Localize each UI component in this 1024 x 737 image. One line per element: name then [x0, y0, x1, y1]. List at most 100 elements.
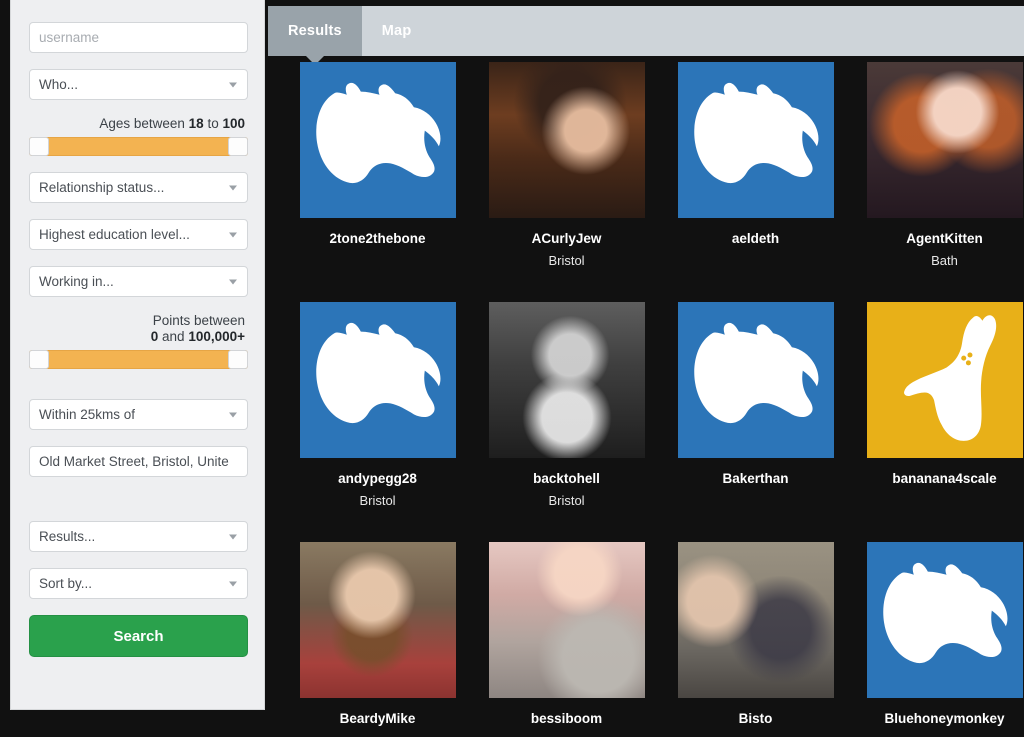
- distance-select[interactable]: Within 25kms of: [29, 399, 248, 430]
- location-input[interactable]: Old Market Street, Bristol, Unite: [29, 446, 248, 477]
- result-card[interactable]: bessiboom: [472, 542, 661, 737]
- avatar[interactable]: [866, 62, 1023, 218]
- ages-slider-handle-max[interactable]: [228, 137, 248, 156]
- avatar-photo: [488, 542, 645, 698]
- result-card[interactable]: backtohell Bristol: [472, 302, 661, 542]
- ages-min-value: 18: [188, 116, 204, 131]
- points-label-mid: and: [162, 329, 185, 344]
- relationship-status-select[interactable]: Relationship status...: [29, 172, 248, 203]
- result-card[interactable]: aeldeth: [661, 62, 850, 302]
- results-count-select[interactable]: Results...: [29, 521, 248, 552]
- avatar[interactable]: [299, 542, 456, 698]
- rhino-placeholder-icon[interactable]: [866, 542, 1023, 698]
- username-input[interactable]: username: [29, 22, 248, 53]
- points-min-value: 0: [150, 329, 159, 344]
- result-location: Bristol: [359, 493, 396, 508]
- application-window: username Who... Ages between 18 to 100 R…: [0, 0, 1024, 737]
- result-card[interactable]: 2tone2thebone: [283, 62, 472, 302]
- result-username: andypegg28: [338, 471, 417, 486]
- points-slider-handle-min[interactable]: [29, 350, 49, 369]
- rhino-placeholder-icon[interactable]: [299, 302, 456, 458]
- points-filter: Points between 0 and 100,000+: [29, 313, 248, 369]
- sort-by-value: Sort by...: [39, 576, 93, 591]
- result-username: ACurlyJew: [531, 231, 602, 246]
- chevron-down-icon: [229, 279, 237, 284]
- ages-max-value: 100: [222, 116, 245, 131]
- rhino-placeholder-icon[interactable]: [677, 62, 834, 218]
- result-username: BeardyMike: [339, 711, 416, 726]
- result-username: 2tone2thebone: [329, 231, 426, 246]
- avatar[interactable]: [677, 542, 834, 698]
- working-in-select[interactable]: Working in...: [29, 266, 248, 297]
- result-card[interactable]: BeardyMike: [283, 542, 472, 737]
- result-username: bananana4scale: [892, 471, 997, 486]
- ages-slider-handle-min[interactable]: [29, 137, 49, 156]
- result-username: bessiboom: [530, 711, 603, 726]
- avatar-photo: [299, 542, 456, 698]
- avatar[interactable]: [488, 302, 645, 458]
- who-select[interactable]: Who...: [29, 69, 248, 100]
- tab-map[interactable]: Map: [362, 6, 432, 56]
- education-level-value: Highest education level...: [39, 227, 190, 242]
- avatar-photo: [488, 302, 645, 458]
- points-max-value: 100,000+: [188, 329, 245, 344]
- avatar[interactable]: [488, 62, 645, 218]
- results-count-value: Results...: [39, 529, 96, 544]
- chevron-down-icon: [229, 82, 237, 87]
- distance-select-value: Within 25kms of: [39, 407, 136, 422]
- ages-label-mid: to: [207, 116, 219, 131]
- result-location: Bristol: [548, 493, 585, 508]
- result-username: aeldeth: [731, 231, 780, 246]
- chevron-down-icon: [229, 185, 237, 190]
- avatar-photo: [866, 62, 1023, 218]
- rhino-placeholder-icon[interactable]: [677, 302, 834, 458]
- avatar-photo: [488, 62, 645, 218]
- location-input-value: Old Market Street, Bristol, Unite: [39, 454, 229, 469]
- results-tabbar: Results Map: [268, 6, 1024, 56]
- result-card[interactable]: Bakerthan: [661, 302, 850, 542]
- search-filters-sidebar: username Who... Ages between 18 to 100 R…: [10, 0, 265, 710]
- chevron-down-icon: [229, 581, 237, 586]
- search-button[interactable]: Search: [29, 615, 248, 657]
- who-select-value: Who...: [39, 77, 79, 92]
- result-username: AgentKitten: [906, 231, 983, 246]
- relationship-status-value: Relationship status...: [39, 180, 165, 195]
- result-card[interactable]: Bluehoneymonkey: [850, 542, 1024, 737]
- ages-range-slider[interactable]: [29, 137, 248, 156]
- giraffe-placeholder-icon[interactable]: [866, 302, 1023, 458]
- points-range-slider[interactable]: [29, 350, 248, 369]
- sort-by-select[interactable]: Sort by...: [29, 568, 248, 599]
- chevron-down-icon: [229, 412, 237, 417]
- result-card[interactable]: AgentKitten Bath: [850, 62, 1024, 302]
- avatar[interactable]: [488, 542, 645, 698]
- result-card[interactable]: ACurlyJew Bristol: [472, 62, 661, 302]
- points-slider-handle-max[interactable]: [228, 350, 248, 369]
- chevron-down-icon: [229, 232, 237, 237]
- result-card[interactable]: bananana4scale: [850, 302, 1024, 542]
- points-slider-label: Points between 0 and 100,000+: [29, 313, 246, 345]
- chevron-down-icon: [229, 534, 237, 539]
- rhino-placeholder-icon[interactable]: [299, 62, 456, 218]
- username-input-placeholder: username: [39, 30, 100, 45]
- result-username: Bluehoneymonkey: [884, 711, 1005, 726]
- working-in-value: Working in...: [39, 274, 114, 289]
- result-username: Bakerthan: [722, 471, 789, 486]
- result-card[interactable]: andypegg28 Bristol: [283, 302, 472, 542]
- search-button-label: Search: [113, 627, 164, 645]
- results-grid: 2tone2thebone ACurlyJew Bristol aeldeth Agen…: [268, 62, 1024, 737]
- result-location: Bath: [931, 253, 958, 268]
- tab-results-label: Results: [288, 23, 342, 39]
- education-level-select[interactable]: Highest education level...: [29, 219, 248, 250]
- result-card[interactable]: Bisto: [661, 542, 850, 737]
- points-label-line1: Points between: [152, 313, 245, 328]
- result-location: Bristol: [548, 253, 585, 268]
- tab-results[interactable]: Results: [268, 6, 362, 56]
- ages-slider-label: Ages between 18 to 100: [29, 116, 246, 132]
- avatar-photo: [677, 542, 834, 698]
- ages-filter: Ages between 18 to 100: [29, 116, 248, 156]
- result-username: Bisto: [738, 711, 773, 726]
- tab-map-label: Map: [381, 23, 412, 39]
- results-panel: 2tone2thebone ACurlyJew Bristol aeldeth Agen…: [268, 62, 1024, 737]
